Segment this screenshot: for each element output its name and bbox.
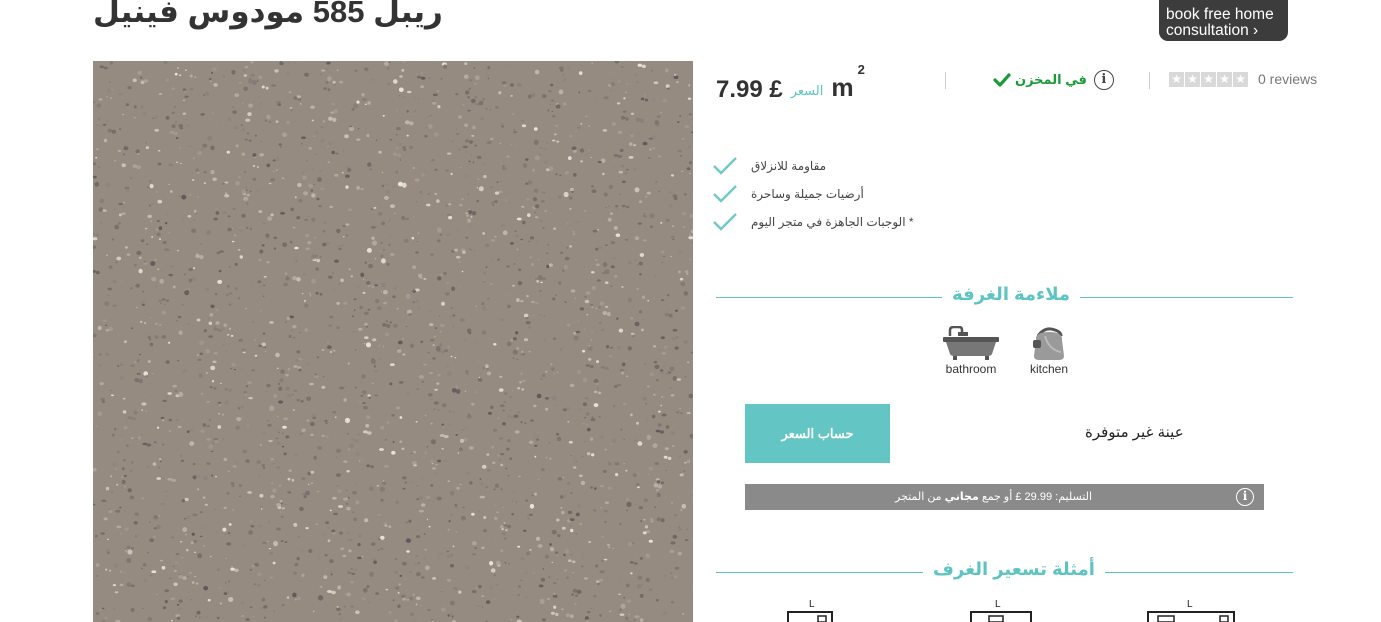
feature-text: أرضيات جميلة وساحرة [751,187,864,201]
room-suitability-heading: ملاءمة الغرفة [942,284,1081,305]
feature-item: أرضيات جميلة وساحرة [712,180,914,208]
plan-label: L [1187,599,1193,610]
room-plan-diagram[interactable]: L [786,598,836,622]
feature-item: مقاومة للانزلاق [712,152,914,180]
consultation-line-2: consultation › [1166,21,1259,39]
page-title: ريبل 585 مودوس فينيل [93,0,443,29]
stock-status: في المخزن i [993,70,1114,90]
checkmark-icon [713,185,737,203]
divider [1149,72,1150,89]
room-label: bathroom [945,362,997,376]
room-pricing-divider: أمثلة تسعير الغرف [716,559,1293,580]
bathtub-icon [943,326,999,360]
checkmark-icon [713,213,737,231]
checkmark-icon [713,157,737,175]
feature-list: مقاومة للانزلاق أرضيات جميلة وساحرة * ال… [712,152,914,236]
reviews[interactable]: ★ ★ ★ ★ ★ 0 reviews [1169,71,1317,87]
room-plan-diagram[interactable]: L [969,598,1033,622]
info-icon[interactable]: i [1236,488,1254,506]
plan-label: L [809,599,815,610]
delivery-middle: أو جمع [981,491,1013,503]
delivery-price: 29.99 £ [1015,491,1053,503]
room-pricing-heading: أمثلة تسعير الغرف [923,559,1105,580]
consultation-line-1: book free home [1166,5,1274,23]
delivery-info-bar: التسليم: 29.99 £ أو جمع مجاني من المتجر … [745,484,1264,510]
price-unit-superscript: 2 [857,62,865,77]
feature-text: * الوجبات الجاهزة في متجر اليوم [751,215,914,229]
price-unit: m [831,74,854,102]
info-icon[interactable]: i [1093,70,1114,90]
room-bathroom: bathroom [940,326,1002,376]
plan-label: L [995,599,1001,610]
price-label: السعر [790,83,824,98]
divider [945,72,946,89]
room-suitability-icons: bathroom kitchen [0,326,1381,376]
check-icon [993,73,1011,87]
stock-text: في المخزن [1015,72,1087,87]
room-label: kitchen [1029,362,1069,376]
room-plan-diagram[interactable]: L [1146,598,1236,622]
star-icon: ★ [1169,71,1184,87]
star-icon: ★ [1201,71,1216,87]
reviews-count[interactable]: 0 reviews [1258,71,1317,87]
feature-text: مقاومة للانزلاق [751,159,827,173]
star-icon: ★ [1233,71,1248,87]
price-block: 7.99 £ السعر m 2 [716,62,865,104]
star-icon: ★ [1217,71,1232,87]
kettle-icon [1033,327,1064,360]
star-icon: ★ [1185,71,1200,87]
delivery-text: التسليم: 29.99 £ أو جمع مجاني من المتجر [895,490,1092,503]
sample-unavailable-text: عينة غير متوفرة [1085,424,1184,441]
rating-stars: ★ ★ ★ ★ ★ [1169,71,1248,87]
room-suitability-divider: ملاءمة الغرفة [716,284,1293,305]
feature-item: * الوجبات الجاهزة في متجر اليوم [712,208,914,236]
delivery-suffix: من المتجر [895,491,942,503]
delivery-free: مجاني [944,491,979,503]
room-plan-examples: L L L [0,598,1381,622]
calculate-price-button[interactable]: حساب السعر [745,404,890,463]
room-kitchen: kitchen [1023,326,1075,376]
delivery-prefix: التسليم: [1055,491,1093,503]
book-consultation-button[interactable]: book free home consultation › [1159,0,1288,41]
price-value: 7.99 £ [716,76,783,103]
